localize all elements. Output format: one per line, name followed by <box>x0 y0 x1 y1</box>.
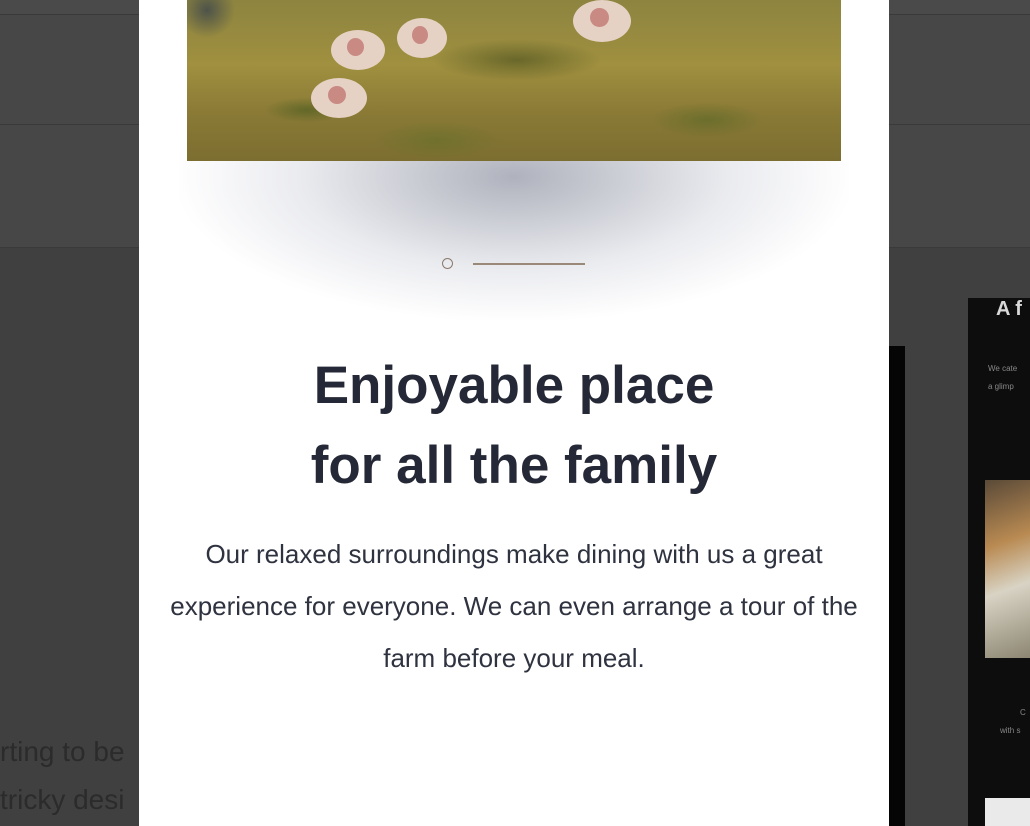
background-text-line: rting to be <box>0 736 125 767</box>
background-card-text: We cate <box>988 364 1018 373</box>
background-card-footer <box>985 798 1030 826</box>
background-dark-card-edge <box>888 346 905 826</box>
modal-description: Our relaxed surroundings make dining wit… <box>170 539 858 673</box>
sheep <box>573 0 631 42</box>
slide-indicator <box>442 257 592 273</box>
background-card-text: a glimp <box>988 382 1014 391</box>
feature-modal: Enjoyable place for all the family Our r… <box>139 0 889 826</box>
slide-dot[interactable] <box>442 258 453 269</box>
background-card-title: A f <box>996 298 1022 320</box>
slide-progress-line[interactable] <box>473 263 585 265</box>
background-card-text: C <box>1020 708 1026 717</box>
background-text-snippet: rting to be tricky desi <box>0 728 140 824</box>
hero-image <box>187 0 841 161</box>
sheep <box>311 78 367 118</box>
modal-title-line: Enjoyable place <box>313 356 715 415</box>
background-card-image <box>985 480 1030 658</box>
modal-title-line: for all the family <box>310 436 718 495</box>
sheep <box>397 18 447 58</box>
grass-texture <box>187 0 841 161</box>
modal-title: Enjoyable place for all the family <box>139 346 889 506</box>
background-text-line: tricky desi <box>0 784 125 815</box>
background-card-text: with s <box>1000 726 1021 735</box>
sheep <box>331 30 385 70</box>
background-right-card: A f We cate a glimp C with s <box>968 298 1030 826</box>
